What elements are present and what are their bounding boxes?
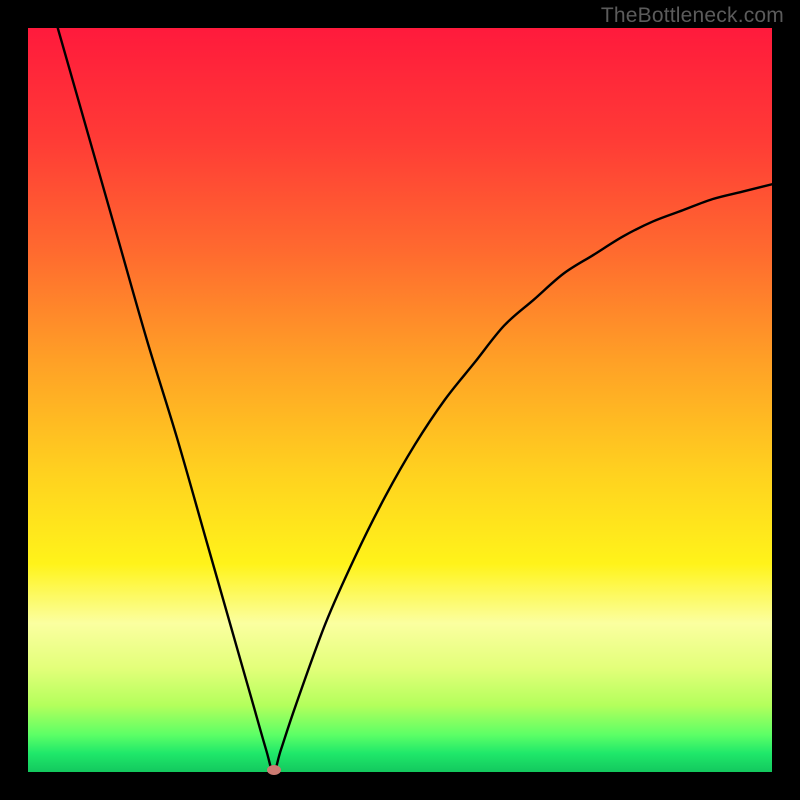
curve-layer xyxy=(28,28,772,772)
bottleneck-curve xyxy=(58,28,772,772)
watermark-text: TheBottleneck.com xyxy=(601,4,784,28)
minimum-point-marker xyxy=(267,765,281,775)
chart-frame xyxy=(28,28,772,772)
